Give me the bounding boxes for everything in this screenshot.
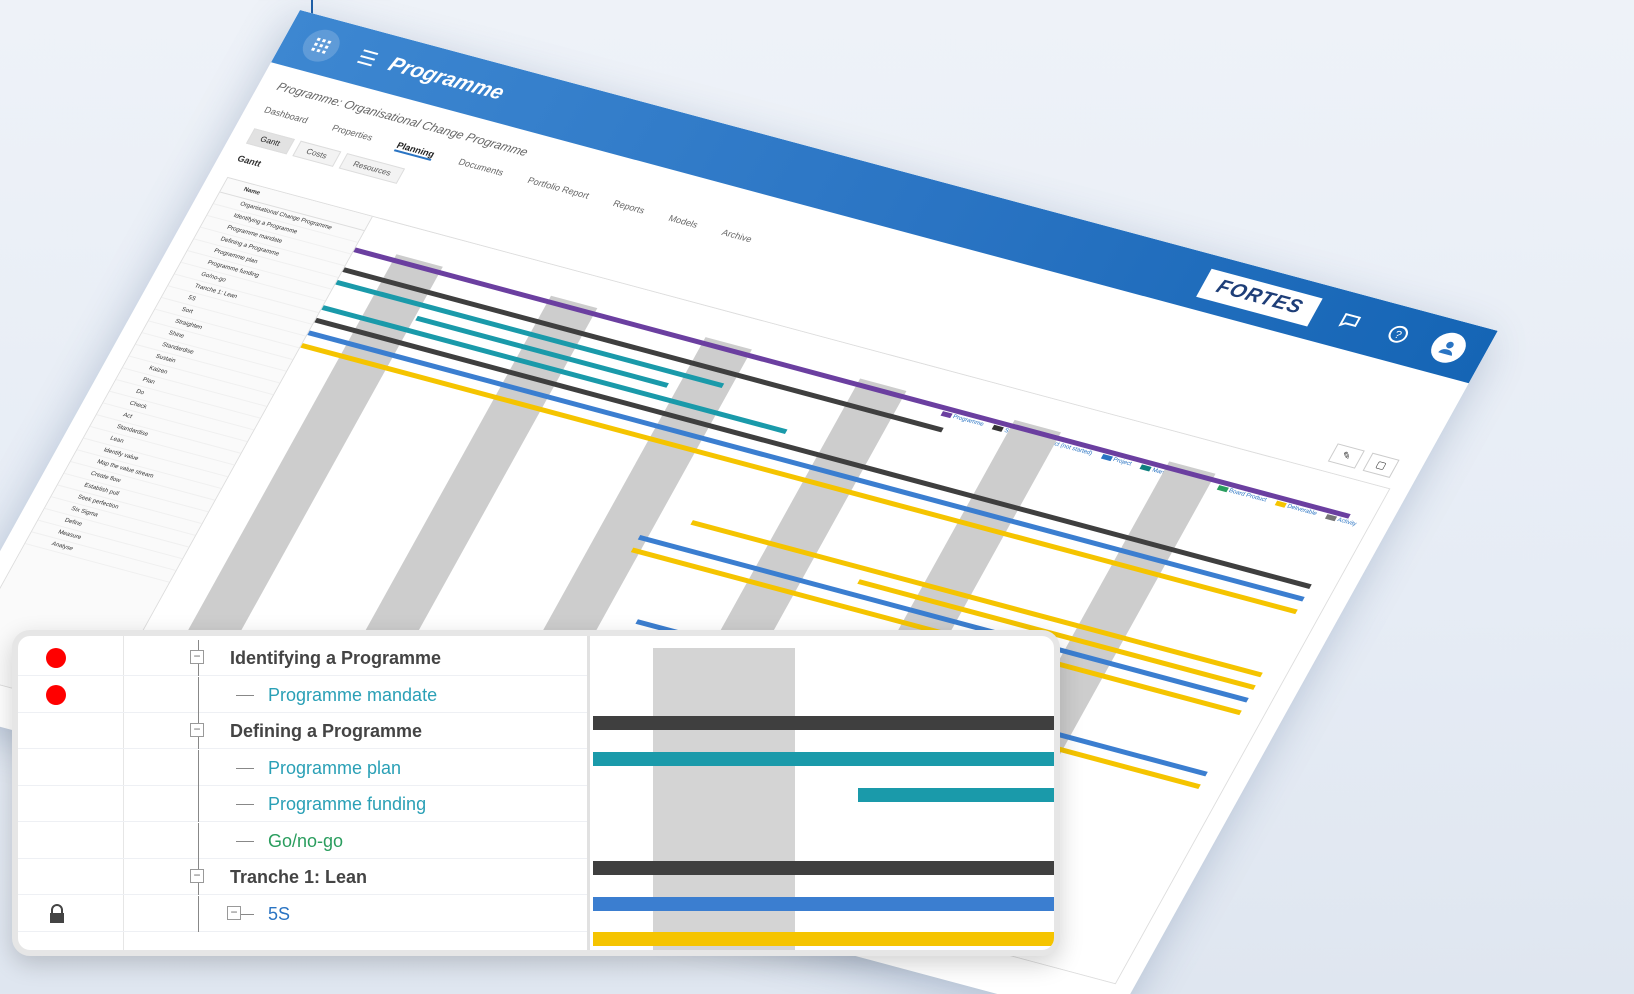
product-bar-funding[interactable]	[858, 788, 1054, 802]
tree-connector	[236, 804, 254, 805]
zoomed-tree-row[interactable]: Programme plan	[18, 749, 587, 786]
tree-connector	[198, 676, 199, 713]
tab-documents[interactable]: Documents	[456, 157, 506, 180]
product-bar-plan[interactable]	[593, 752, 1054, 766]
tab-planning[interactable]: Planning	[393, 140, 437, 161]
zoomed-task-tree: − Identifying a Programme Programme mandat…	[18, 636, 590, 950]
zoomed-row-label: Programme plan	[268, 757, 402, 778]
edit-icon[interactable]: ✎	[1327, 443, 1365, 469]
help-icon[interactable]: ?	[1378, 318, 1419, 350]
subtab-costs[interactable]: Costs	[291, 140, 342, 167]
zoomed-row-label: Programme funding	[268, 794, 427, 814]
chat-icon[interactable]	[1329, 305, 1370, 337]
subtab-resources[interactable]: Resources	[338, 153, 406, 185]
collapse-toggle-icon[interactable]: −	[190, 650, 204, 664]
collapse-toggle-icon[interactable]: −	[190, 869, 204, 883]
tree-connector	[236, 694, 254, 696]
zoomed-row-label: Identifying a Programme	[230, 648, 442, 668]
collapse-toggle-icon[interactable]: −	[227, 905, 241, 920]
section-title: Gantt	[235, 153, 264, 169]
zoomed-gantt-chart	[593, 636, 1054, 950]
tab-models[interactable]: Models	[666, 213, 700, 231]
stage-bar-tranche[interactable]	[593, 861, 1054, 875]
tree-connector	[236, 840, 254, 842]
zoomed-tree-row[interactable]: − 5S	[18, 895, 587, 932]
tab-reports[interactable]: Reports	[610, 198, 646, 217]
zoomed-tree-row[interactable]: Go/no-go	[18, 822, 587, 859]
zoomed-tree-row[interactable]: − Identifying a Programme	[18, 640, 587, 676]
zoomed-row-label: Tranche 1: Lean	[230, 867, 368, 887]
deliverable-bar[interactable]	[593, 932, 1054, 946]
project-bar-5s[interactable]	[593, 897, 1054, 911]
tree-connector	[236, 767, 254, 769]
tab-dashboard[interactable]: Dashboard	[261, 105, 310, 127]
user-avatar-icon[interactable]	[1425, 329, 1472, 367]
zoomed-row-label: Defining a Programme	[230, 721, 423, 741]
subtab-gantt[interactable]: Gantt	[245, 128, 295, 155]
legend-label: Activity	[1335, 517, 1358, 528]
zoomed-row-label: 5S	[268, 903, 291, 924]
zoomed-gantt-callout: − Identifying a Programme Programme mandat…	[12, 630, 1060, 956]
tab-portfolio-report[interactable]: Portfolio Report	[525, 175, 591, 202]
tree-connector	[198, 749, 199, 786]
zoomed-tree-row[interactable]: − Defining a Programme	[18, 713, 587, 749]
tree-connector	[198, 822, 199, 859]
tab-properties[interactable]: Properties	[329, 123, 375, 144]
app-title: Programme	[384, 53, 509, 105]
alert-dot-icon	[46, 684, 66, 705]
zoomed-tree-row[interactable]: Programme mandate	[18, 676, 587, 713]
zoomed-row-label: Programme mandate	[268, 684, 438, 705]
app-grid-icon[interactable]	[296, 25, 347, 66]
fortes-logo: FORTES	[1196, 268, 1323, 327]
tree-connector	[198, 786, 199, 822]
tree-connector	[198, 895, 199, 932]
zoomed-row-label: Go/no-go	[268, 830, 344, 851]
alert-dot-icon	[46, 648, 66, 668]
comment-icon[interactable]: ▢	[1362, 452, 1400, 478]
stage-bar-defining[interactable]	[593, 716, 1054, 730]
lock-icon	[48, 903, 66, 924]
menu-toggle-icon[interactable]: ☰	[353, 45, 383, 72]
gantt-tools: ✎ ▢	[1327, 443, 1400, 478]
collapse-toggle-icon[interactable]: −	[190, 723, 204, 737]
tab-archive[interactable]: Archive	[719, 227, 754, 246]
zoomed-tree-row[interactable]: − Tranche 1: Lean	[18, 859, 587, 895]
zoomed-tree-row[interactable]: Programme funding	[18, 786, 587, 822]
